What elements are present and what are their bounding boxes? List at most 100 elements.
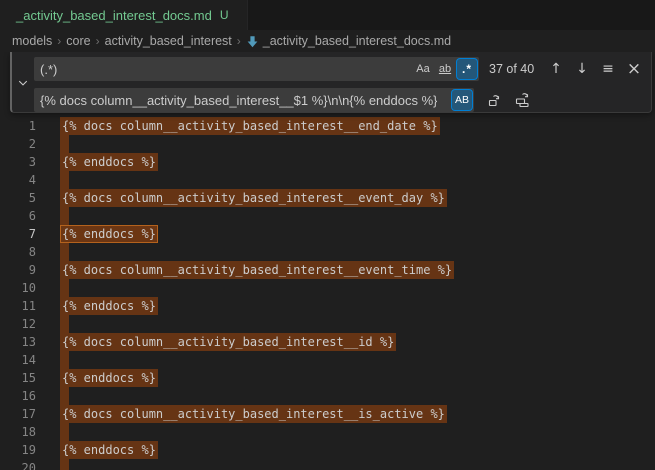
editor[interactable]: (.*) Aa ab .* 37 of 40 ↑ ↓ ≡ × <box>0 52 655 470</box>
selection-lines-icon: ≡ <box>602 61 614 77</box>
editor-line[interactable]: 18 <box>0 423 655 441</box>
markdown-icon <box>246 35 259 48</box>
editor-line[interactable]: 5{% docs column__activity_based_interest… <box>0 189 655 207</box>
close-icon: × <box>627 59 641 79</box>
line-number: 20 <box>0 459 36 470</box>
code-lines: 1 {% docs column__activity_based_interest… <box>0 117 655 470</box>
replace-icon <box>487 92 503 108</box>
match-count: 37 of 40 <box>489 62 534 76</box>
line-number: 12 <box>0 315 36 333</box>
line-text <box>60 423 69 441</box>
line-text: {% enddocs %} <box>60 153 158 171</box>
line-text: {% enddocs %} <box>60 297 158 315</box>
chevron-down-icon <box>17 77 29 89</box>
line-number: 7 <box>0 225 36 243</box>
replace-button[interactable] <box>484 89 506 111</box>
line-number: 1 <box>0 117 36 135</box>
line-text <box>60 351 69 369</box>
line-number: 9 <box>0 261 36 279</box>
tab-activity-based-interest-docs[interactable]: _activity_based_interest_docs.md U <box>0 0 248 30</box>
whole-word-label: ab <box>439 63 451 75</box>
breadcrumb-activity-based-interest[interactable]: activity_based_interest <box>105 34 232 48</box>
find-replace-widget: (.*) Aa ab .* 37 of 40 ↑ ↓ ≡ × <box>10 52 652 113</box>
breadcrumb-separator-icon: › <box>237 34 241 48</box>
replace-input-value: {% docs column__activity_based_interest_… <box>34 93 437 108</box>
line-number: 6 <box>0 207 36 225</box>
line-text: {% docs column__activity_based_interest_… <box>60 333 396 351</box>
editor-line[interactable]: 4 <box>0 171 655 189</box>
breadcrumb-separator-icon: › <box>57 34 61 48</box>
line-text <box>60 315 69 333</box>
line-number: 19 <box>0 441 36 459</box>
line-text <box>60 243 69 261</box>
find-row: (.*) Aa ab .* 37 of 40 ↑ ↓ ≡ × <box>34 55 651 83</box>
toggle-replace-button[interactable] <box>12 52 34 113</box>
editor-line[interactable]: 20 <box>0 459 655 470</box>
editor-line[interactable]: 11 {% enddocs %} <box>0 297 655 315</box>
find-in-selection-button[interactable]: ≡ <box>597 58 619 80</box>
line-text: {% enddocs %} <box>60 225 158 243</box>
find-input-value: (.*) <box>34 62 57 77</box>
breadcrumb-separator-icon: › <box>96 34 100 48</box>
editor-line[interactable]: 13 {% docs column__activity_based_interes… <box>0 333 655 351</box>
close-find-button[interactable]: × <box>623 58 645 80</box>
whole-word-toggle[interactable]: ab <box>435 59 455 79</box>
line-text <box>60 135 69 153</box>
replace-all-icon <box>515 92 531 108</box>
arrow-down-icon: ↓ <box>576 61 588 77</box>
editor-line[interactable]: 17 {% docs column__activity_based_interes… <box>0 405 655 423</box>
line-number: 11 <box>0 297 36 315</box>
line-text <box>60 459 69 470</box>
match-case-toggle[interactable]: Aa <box>413 59 433 79</box>
line-number: 4 <box>0 171 36 189</box>
line-number: 15 <box>0 369 36 387</box>
previous-match-button[interactable]: ↑ <box>545 58 567 80</box>
line-text <box>60 387 69 405</box>
editor-line[interactable]: 7 {% enddocs %} <box>0 225 655 243</box>
line-text <box>60 171 69 189</box>
line-number: 8 <box>0 243 36 261</box>
line-number: 18 <box>0 423 36 441</box>
editor-line[interactable]: 19{% enddocs %} <box>0 441 655 459</box>
replace-all-button[interactable] <box>512 89 534 111</box>
next-match-button[interactable]: ↓ <box>571 58 593 80</box>
breadcrumb-file[interactable]: _activity_based_interest_docs.md <box>246 34 451 48</box>
line-number: 13 <box>0 333 36 351</box>
line-text: {% docs column__activity_based_interest_… <box>60 261 454 279</box>
line-text: {% enddocs %} <box>60 369 158 387</box>
vscode-window: _activity_based_interest_docs.md U model… <box>0 0 655 470</box>
editor-line[interactable]: 1 {% docs column__activity_based_interest… <box>0 117 655 135</box>
line-number: 14 <box>0 351 36 369</box>
tab-filename: _activity_based_interest_docs.md <box>16 8 212 23</box>
editor-line[interactable]: 2 <box>0 135 655 153</box>
editor-line[interactable]: 9 {% docs column__activity_based_interest… <box>0 261 655 279</box>
editor-line[interactable]: 14 <box>0 351 655 369</box>
tab-bar: _activity_based_interest_docs.md U <box>0 0 655 30</box>
find-input[interactable]: (.*) Aa ab .* <box>34 57 479 81</box>
editor-line[interactable]: 12 <box>0 315 655 333</box>
breadcrumb-core[interactable]: core <box>66 34 90 48</box>
preserve-case-toggle[interactable]: AB <box>452 90 472 110</box>
editor-line[interactable]: 10 <box>0 279 655 297</box>
regex-toggle[interactable]: .* <box>457 59 477 79</box>
replace-row: {% docs column__activity_based_interest_… <box>34 86 651 114</box>
line-text <box>60 279 69 297</box>
replace-input[interactable]: {% docs column__activity_based_interest_… <box>34 88 474 112</box>
arrow-up-icon: ↑ <box>550 61 562 77</box>
line-number: 17 <box>0 405 36 423</box>
line-number: 16 <box>0 387 36 405</box>
editor-line[interactable]: 6 <box>0 207 655 225</box>
line-text: {% docs column__activity_based_interest_… <box>60 405 447 423</box>
breadcrumb-file-label: _activity_based_interest_docs.md <box>263 34 451 48</box>
editor-line[interactable]: 16 <box>0 387 655 405</box>
line-number: 3 <box>0 153 36 171</box>
line-text <box>60 207 69 225</box>
editor-line[interactable]: 15 {% enddocs %} <box>0 369 655 387</box>
breadcrumb: models › core › activity_based_interest … <box>0 30 655 52</box>
git-status-badge: U <box>220 8 229 22</box>
line-text: {% docs column__activity_based_interest_… <box>60 189 447 207</box>
line-text: {% docs column__activity_based_interest_… <box>60 117 440 135</box>
editor-line[interactable]: 3 {% enddocs %} <box>0 153 655 171</box>
editor-line[interactable]: 8 <box>0 243 655 261</box>
breadcrumb-models[interactable]: models <box>12 34 52 48</box>
